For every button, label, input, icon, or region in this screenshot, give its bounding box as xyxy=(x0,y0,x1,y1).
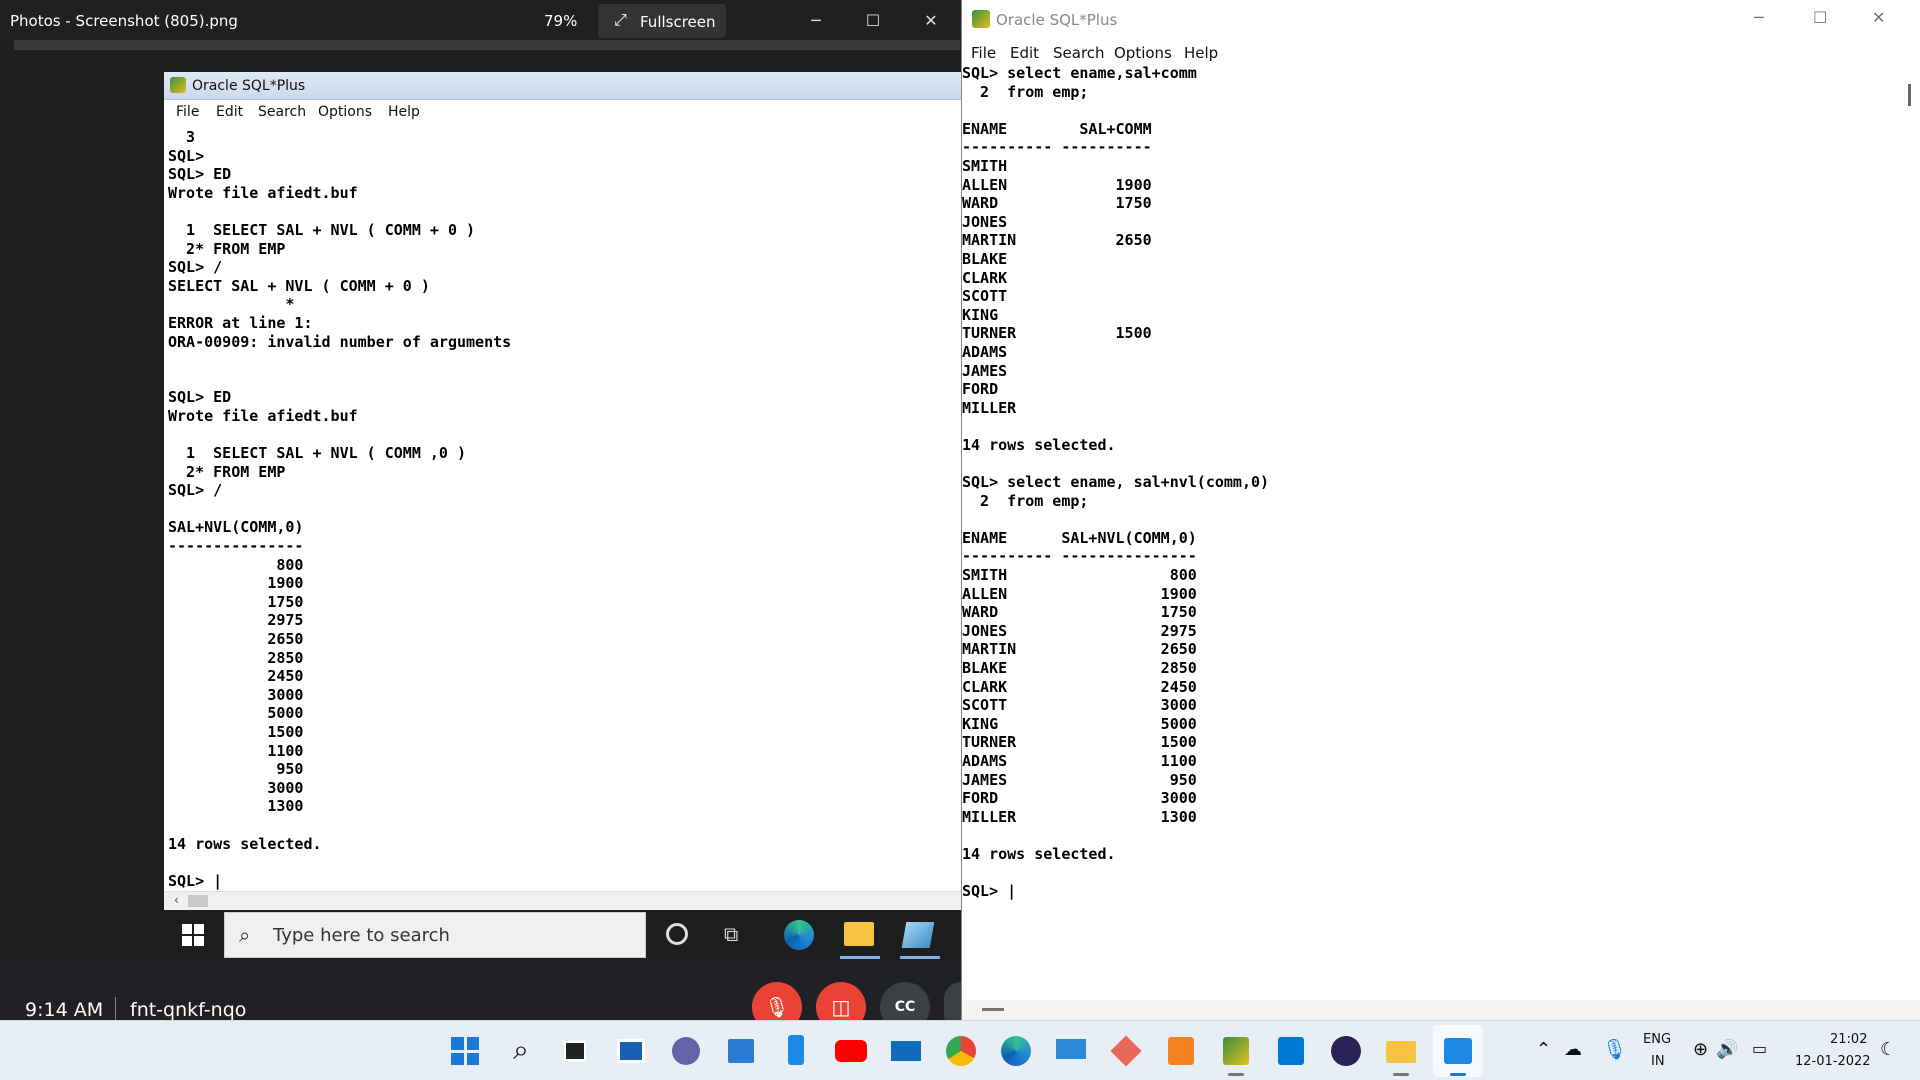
youtube-icon[interactable] xyxy=(833,1033,869,1069)
sqlplus-title-bar: Oracle SQL*Plus ─ ☐ ✕ xyxy=(962,0,1920,40)
inner-console-output[interactable]: 3 SQL> SQL> ED Wrote file afiedt.buf 1 S… xyxy=(168,128,958,958)
clock-time[interactable]: 21:02 xyxy=(1830,1032,1867,1047)
photos-minimize-button[interactable]: ─ xyxy=(801,8,831,34)
file-explorer-active-indicator xyxy=(840,956,880,959)
eclipse-icon[interactable] xyxy=(1328,1033,1364,1069)
photos-close-button[interactable]: ✕ xyxy=(916,8,946,34)
meet-code: fnt-qnkf-nqo xyxy=(130,999,247,1021)
inner-menu-options[interactable]: Options xyxy=(318,104,372,120)
sqlplus-taskbar-icon[interactable] xyxy=(1218,1033,1254,1069)
sqlplus-vertical-scrollbar[interactable] xyxy=(1897,64,1920,1004)
vscroll-thumb[interactable] xyxy=(1908,84,1911,106)
windows-start-icon[interactable] xyxy=(182,924,204,946)
photos-title-bar: Photos - Screenshot (805).png 79% ⤢ Full… xyxy=(0,0,961,42)
explorer-running-indicator xyxy=(1393,1073,1409,1076)
notepad-active-indicator xyxy=(900,956,940,959)
chrome-icon[interactable] xyxy=(943,1033,979,1069)
mail-icon[interactable] xyxy=(888,1033,924,1069)
inner-title-bar: Oracle SQL*Plus xyxy=(164,72,961,100)
sqlplus-console-output[interactable]: SQL> select ename,sal+comm 2 from emp; E… xyxy=(962,64,1897,1004)
sublime-icon[interactable] xyxy=(1163,1033,1199,1069)
meet-divider xyxy=(115,997,116,1021)
menu-help[interactable]: Help xyxy=(1184,44,1218,62)
inner-menu-bar: File Edit Search Options Help xyxy=(164,100,961,124)
inner-menu-search[interactable]: Search xyxy=(258,104,306,120)
sqlplus-window: Oracle SQL*Plus ─ ☐ ✕ File Edit Search O… xyxy=(961,0,1920,1020)
phone-icon[interactable] xyxy=(778,1033,814,1069)
sqlplus-app-icon xyxy=(972,10,990,28)
photos-title: Photos - Screenshot (805).png xyxy=(10,12,238,30)
zoom-level[interactable]: 79% xyxy=(544,12,577,30)
photos-active-indicator xyxy=(1450,1073,1466,1076)
onedrive-icon[interactable]: ☁ xyxy=(1564,1039,1582,1060)
inner-sqlplus-window: Oracle SQL*Plus File Edit Search Options… xyxy=(164,72,961,910)
sqlplus-close-button[interactable]: ✕ xyxy=(1872,8,1885,27)
inner-horizontal-scrollbar[interactable]: ‹ xyxy=(164,891,961,910)
edge-icon[interactable] xyxy=(784,920,814,950)
store-icon[interactable] xyxy=(723,1033,759,1069)
battery-icon[interactable]: ▭ xyxy=(1752,1039,1767,1058)
notifications-icon[interactable]: ☾ xyxy=(1880,1039,1896,1060)
search-icon[interactable]: ⌕ xyxy=(503,1033,539,1069)
git-icon[interactable] xyxy=(1108,1033,1144,1069)
language-top[interactable]: ENG xyxy=(1643,1032,1671,1047)
notepad-icon[interactable] xyxy=(901,922,935,948)
taskbar: ⌕ ⌃ ☁ 🎙 ENG IN ⊕ 🔊 ▭ 21:02 12-01-2022 ☾ xyxy=(0,1020,1920,1080)
sqlplus-minimize-button[interactable]: ─ xyxy=(1754,8,1764,27)
meet-bottom-bar: 9:14 AM fnt-qnkf-nqo 🎙 ◫ CC xyxy=(0,960,961,1032)
volume-icon[interactable]: 🔊 xyxy=(1716,1039,1738,1060)
hscroll-thumb[interactable] xyxy=(982,1008,1004,1011)
network-icon[interactable]: ⊕ xyxy=(1693,1039,1708,1060)
inner-menu-edit[interactable]: Edit xyxy=(216,104,243,120)
task-view-icon[interactable]: ⧉ xyxy=(724,922,738,946)
inner-menu-file[interactable]: File xyxy=(176,104,199,120)
inner-window-title: Oracle SQL*Plus xyxy=(192,78,306,94)
sqlplus-window-title: Oracle SQL*Plus xyxy=(996,11,1118,29)
inner-search-box[interactable]: ⌕ Type here to search xyxy=(224,912,646,958)
sqlplus-app-icon xyxy=(170,77,186,93)
photos-maximize-button[interactable]: ☐ xyxy=(858,8,888,34)
sqlplus-horizontal-scrollbar[interactable] xyxy=(962,1000,1920,1020)
search-placeholder: Type here to search xyxy=(273,925,450,946)
tray-chevron-icon[interactable]: ⌃ xyxy=(1536,1039,1551,1060)
edge-icon[interactable] xyxy=(998,1033,1034,1069)
scroll-left-icon[interactable]: ‹ xyxy=(174,893,179,907)
menu-file[interactable]: File xyxy=(971,44,996,62)
task-view-icon[interactable] xyxy=(558,1033,594,1069)
teams-chat-icon[interactable] xyxy=(668,1033,704,1069)
search-icon: ⌕ xyxy=(239,923,251,947)
menu-edit[interactable]: Edit xyxy=(1010,44,1039,62)
language-bottom[interactable]: IN xyxy=(1651,1054,1665,1069)
remote-desktop-icon[interactable] xyxy=(1053,1033,1089,1069)
file-explorer-icon[interactable] xyxy=(844,922,874,946)
photos-toolbar-strip xyxy=(14,40,960,50)
inner-taskbar: ⌕ Type here to search ⧉ xyxy=(164,910,961,960)
expand-icon: ⤢ xyxy=(614,10,627,29)
inner-menu-help[interactable]: Help xyxy=(388,104,420,120)
sqlplus-maximize-button[interactable]: ☐ xyxy=(1813,8,1827,27)
fullscreen-label: Fullscreen xyxy=(640,13,716,31)
cortana-icon[interactable] xyxy=(666,923,688,945)
widgets-icon[interactable] xyxy=(613,1033,649,1069)
menu-search[interactable]: Search xyxy=(1053,44,1105,62)
scroll-thumb[interactable] xyxy=(188,895,208,907)
file-explorer-icon[interactable] xyxy=(1383,1033,1419,1069)
photos-icon[interactable] xyxy=(1440,1033,1476,1069)
vscode-icon[interactable] xyxy=(1273,1033,1309,1069)
sqlplus-running-indicator xyxy=(1228,1073,1244,1076)
meet-time: 9:14 AM xyxy=(25,999,104,1021)
fullscreen-button[interactable]: ⤢ Fullscreen xyxy=(598,4,726,38)
microphone-icon[interactable]: 🎙 xyxy=(1602,1037,1627,1061)
clock-date[interactable]: 12-01-2022 xyxy=(1795,1054,1871,1069)
sqlplus-menu-bar: File Edit Search Options Help xyxy=(962,40,1920,64)
start-icon[interactable] xyxy=(447,1033,483,1069)
menu-options[interactable]: Options xyxy=(1114,44,1172,62)
